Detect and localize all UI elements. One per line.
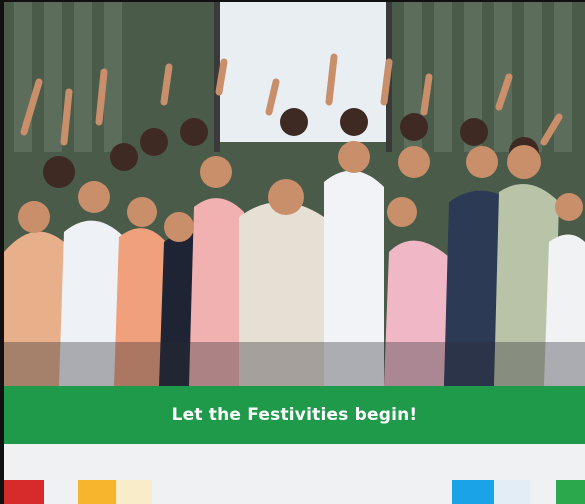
festivities-banner: Let the Festivities begin! [4,386,585,444]
group-photo[interactable] [4,2,585,386]
light-blue-tile [494,480,530,504]
red-tile [4,480,44,504]
cream-tile [116,480,152,504]
blue-tile [452,480,494,504]
banner-text: Let the Festivities begin! [171,405,418,425]
green-tile [556,480,585,504]
yellow-tile [78,480,116,504]
bottom-strip [4,444,585,504]
group-photo-illustration [4,2,585,386]
